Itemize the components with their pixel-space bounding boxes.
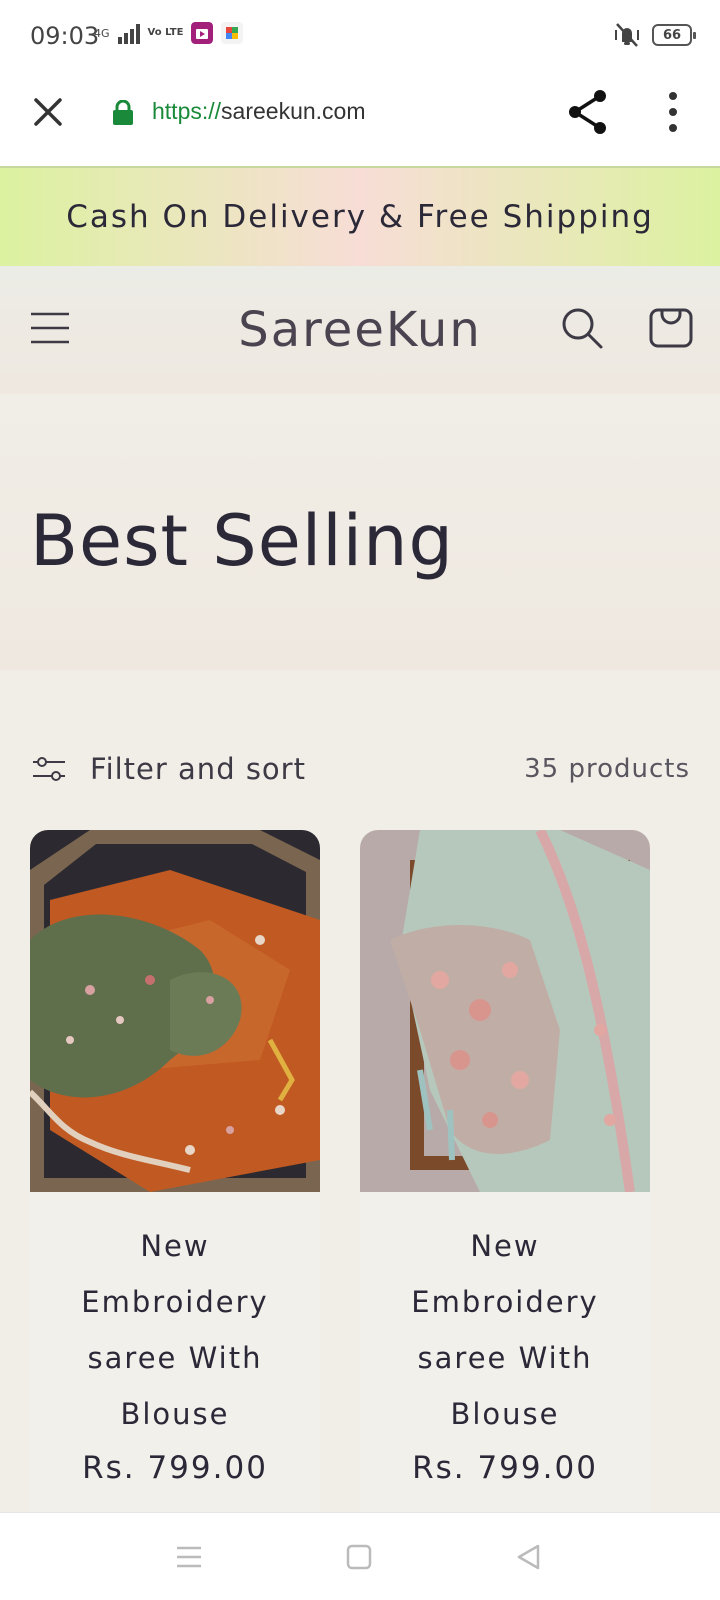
network-type: 4G: [94, 26, 110, 40]
status-bar: 09:03 4G Vo LTE 66: [0, 0, 720, 72]
search-icon[interactable]: [560, 306, 604, 350]
video-app-icon: [191, 22, 214, 44]
product-image[interactable]: [30, 830, 320, 1192]
back-icon[interactable]: [514, 1543, 544, 1571]
vibrate-mute-icon: [615, 23, 639, 47]
product-card[interactable]: New Embroidery saree With Blouse Rs. 799…: [30, 830, 320, 1512]
page-title: Best Selling: [30, 500, 454, 582]
status-right: 66: [612, 22, 696, 48]
browser-toolbar: https://sareekun.com: [0, 72, 720, 168]
home-icon[interactable]: [344, 1543, 374, 1571]
store-header: SareeKun: [0, 266, 720, 394]
filter-and-sort-button[interactable]: Filter and sort: [90, 752, 306, 786]
product-card[interactable]: New Embroidery saree With Blouse Rs. 799…: [360, 830, 650, 1512]
puzzle-app-icon: [221, 22, 244, 44]
product-title[interactable]: New Embroidery saree With Blouse: [360, 1192, 650, 1442]
filter-row: Filter and sort 35 products: [0, 740, 720, 800]
volte-indicator: Vo LTE: [147, 27, 184, 38]
cart-icon[interactable]: [648, 302, 694, 348]
collection-banner: Best Selling: [0, 394, 720, 670]
recent-apps-icon[interactable]: [174, 1543, 204, 1571]
url-host: sareekun.com: [221, 98, 366, 124]
battery-level: 66: [662, 27, 682, 43]
share-icon[interactable]: [566, 88, 610, 136]
battery-icon: 66: [652, 24, 696, 46]
announcement-bar: Cash On Delivery & Free Shipping: [0, 168, 720, 266]
status-indicators: 4G Vo LTE: [94, 22, 244, 44]
more-vertical-icon[interactable]: [660, 90, 686, 134]
lock-icon: [113, 100, 133, 125]
product-price: Rs. 799.00: [82, 1450, 268, 1486]
product-title[interactable]: New Embroidery saree With Blouse: [30, 1192, 320, 1442]
signal-icon: [117, 22, 140, 44]
product-image[interactable]: [360, 830, 650, 1192]
product-price: Rs. 799.00: [412, 1450, 598, 1486]
url-scheme: https://: [152, 98, 222, 124]
close-icon[interactable]: [28, 92, 68, 132]
product-count: 35 products: [524, 754, 690, 784]
sliders-icon[interactable]: [32, 754, 66, 784]
status-time: 09:03: [30, 22, 100, 50]
system-navigation-bar: [0, 1512, 720, 1600]
url-field[interactable]: https://sareekun.com: [152, 98, 366, 125]
announcement-text: Cash On Delivery & Free Shipping: [66, 199, 654, 235]
store-logo[interactable]: SareeKun: [0, 302, 720, 358]
